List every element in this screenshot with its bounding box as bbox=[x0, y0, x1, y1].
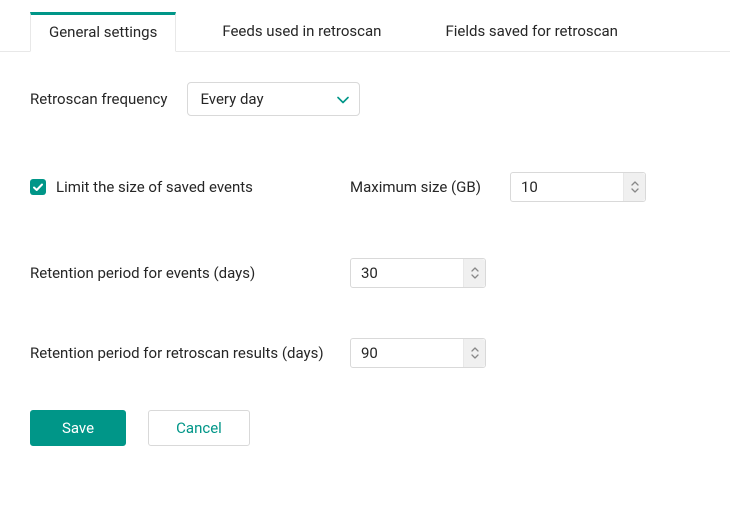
retention-events-label: Retention period for events (days) bbox=[30, 264, 255, 282]
tab-general[interactable]: General settings bbox=[30, 12, 176, 52]
general-settings-panel: Retroscan frequency Every day Limit the … bbox=[0, 52, 730, 466]
frequency-value: Every day bbox=[200, 90, 263, 108]
chevron-down-icon bbox=[337, 90, 349, 108]
retention-results-input[interactable]: 90 bbox=[350, 338, 486, 368]
row-frequency: Retroscan frequency Every day bbox=[30, 82, 700, 116]
tab-bar: General settings Feeds used in retroscan… bbox=[0, 0, 730, 52]
limit-size-label: Limit the size of saved events bbox=[56, 178, 253, 196]
tab-feeds[interactable]: Feeds used in retroscan bbox=[204, 12, 399, 52]
retention-events-input[interactable]: 30 bbox=[350, 258, 486, 288]
frequency-select[interactable]: Every day bbox=[187, 82, 360, 116]
stepper-icon[interactable] bbox=[463, 339, 485, 367]
stepper-icon[interactable] bbox=[623, 173, 645, 201]
row-limit-size: Limit the size of saved events Maximum s… bbox=[30, 172, 700, 202]
retention-results-label: Retention period for retroscan results (… bbox=[30, 343, 324, 363]
row-retention-events: Retention period for events (days) 30 bbox=[30, 258, 700, 288]
max-size-input[interactable]: 10 bbox=[510, 172, 646, 202]
frequency-label: Retroscan frequency bbox=[30, 90, 167, 108]
action-buttons: Save Cancel bbox=[30, 410, 700, 446]
cancel-button[interactable]: Cancel bbox=[148, 410, 250, 446]
tab-fields[interactable]: Fields saved for retroscan bbox=[427, 12, 635, 52]
max-size-label: Maximum size (GB) bbox=[350, 178, 481, 196]
limit-size-checkbox[interactable] bbox=[30, 179, 46, 195]
retention-results-value: 90 bbox=[351, 344, 463, 362]
stepper-icon[interactable] bbox=[463, 259, 485, 287]
save-button[interactable]: Save bbox=[30, 410, 126, 446]
max-size-value: 10 bbox=[511, 178, 623, 196]
row-retention-results: Retention period for retroscan results (… bbox=[30, 338, 700, 368]
retention-events-value: 30 bbox=[351, 264, 463, 282]
